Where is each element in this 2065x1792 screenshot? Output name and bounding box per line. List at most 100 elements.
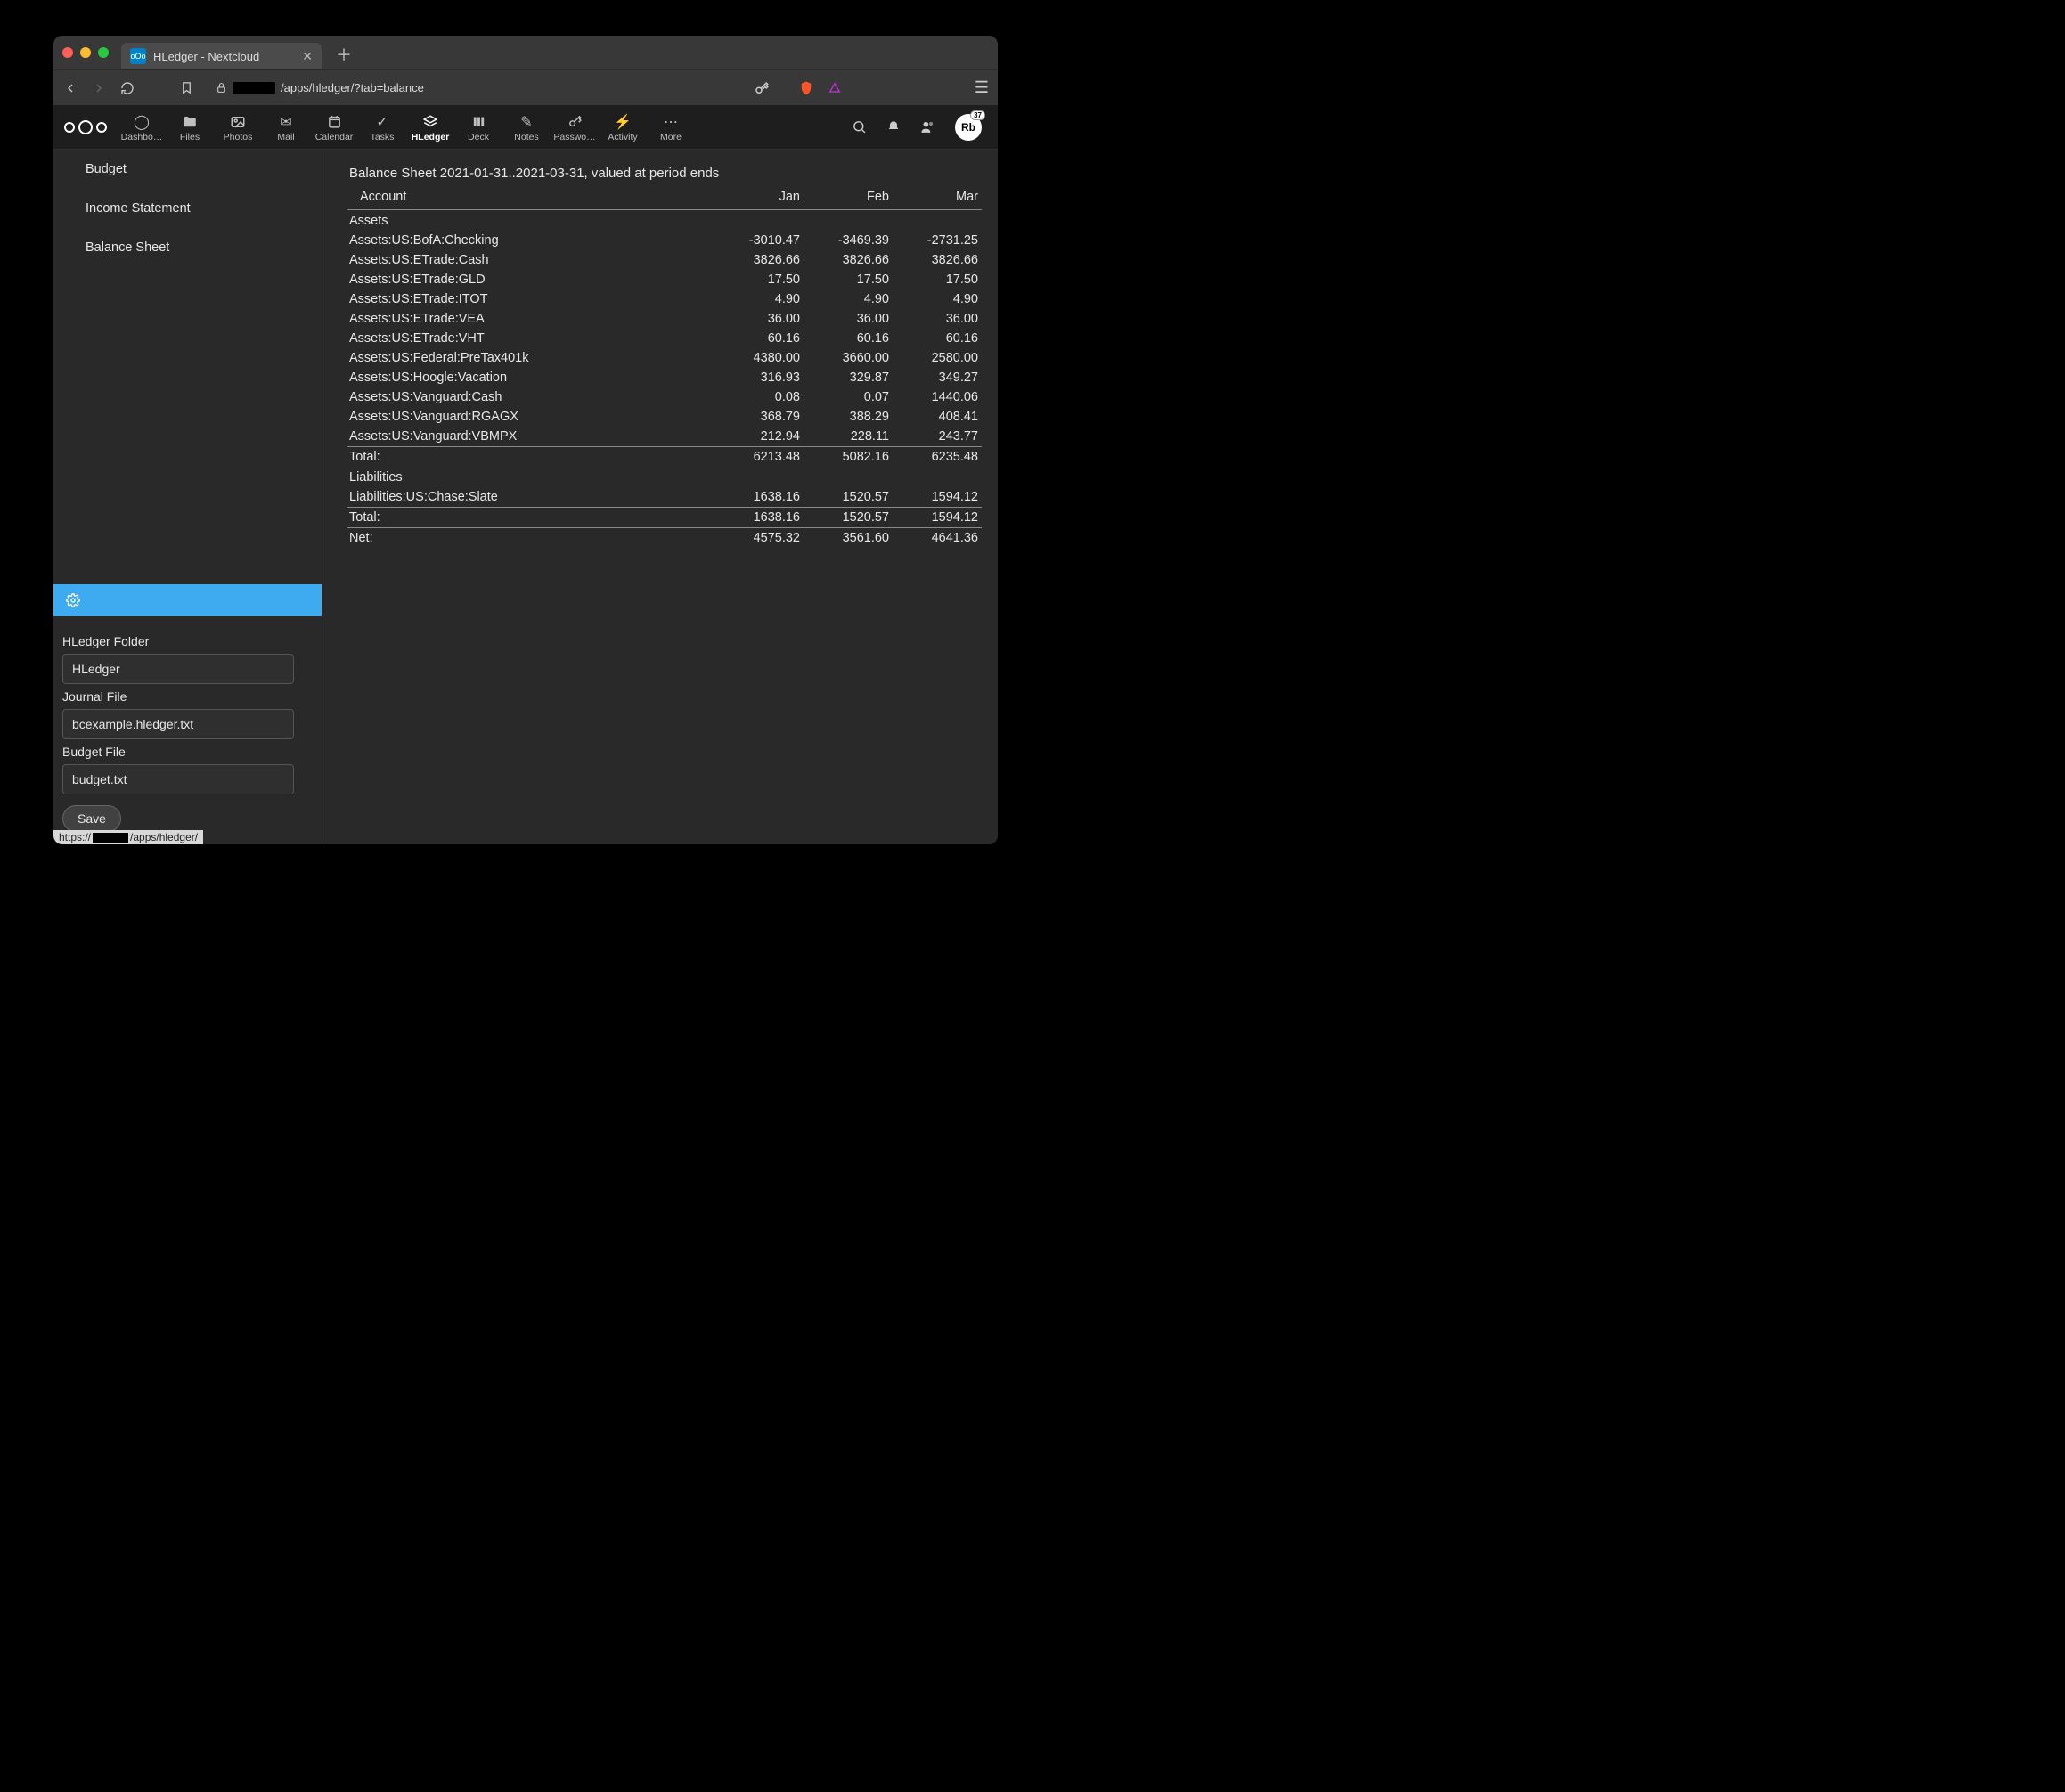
budget-input[interactable] — [62, 764, 294, 794]
close-tab-button[interactable]: ✕ — [302, 49, 313, 64]
minimize-window-button[interactable] — [80, 47, 91, 58]
url-path: /apps/hledger/?tab=balance — [281, 81, 424, 94]
nav-app-label: Notes — [514, 132, 538, 143]
main-content: Balance Sheet 2021-01-31..2021-03-31, va… — [322, 150, 998, 844]
value-cell: 4.90 — [714, 289, 804, 309]
value-cell: 3826.66 — [893, 250, 982, 270]
user-avatar[interactable]: Rb 37 — [955, 114, 982, 141]
table-row: Assets:US:Vanguard:RGAGX368.79388.29408.… — [347, 407, 982, 427]
net-val: 4641.36 — [893, 528, 982, 549]
account-cell: Assets:US:ETrade:VHT — [347, 329, 714, 348]
maximize-window-button[interactable] — [98, 47, 109, 58]
back-button[interactable] — [62, 80, 78, 96]
notifications-icon[interactable] — [886, 120, 901, 134]
total-label: Total: — [347, 508, 714, 528]
account-cell: Assets:US:Hoogle:Vacation — [347, 368, 714, 387]
nav-app-label: Deck — [468, 132, 489, 143]
table-row: Assets:US:Hoogle:Vacation316.93329.87349… — [347, 368, 982, 387]
value-cell: 243.77 — [893, 427, 982, 447]
settings-toggle[interactable] — [53, 584, 322, 616]
hledger-icon — [422, 114, 438, 130]
nav-app-more[interactable]: ⋯ More — [647, 112, 695, 143]
value-cell: 2580.00 — [893, 348, 982, 368]
table-row: Assets:US:ETrade:ITOT4.904.904.90 — [347, 289, 982, 309]
sidebar-item-budget[interactable]: Budget — [53, 150, 322, 189]
nav-app-label: Dashbo… — [121, 132, 163, 143]
folder-label: HLedger Folder — [62, 634, 313, 648]
photos-icon — [230, 114, 246, 130]
total-cell: 6213.48 — [714, 447, 804, 468]
value-cell: 329.87 — [804, 368, 893, 387]
nav-app-tasks[interactable]: ✓Tasks — [358, 112, 406, 143]
status-hover-url: https:///apps/hledger/ — [53, 830, 203, 844]
forward-button[interactable] — [91, 80, 107, 96]
journal-label: Journal File — [62, 689, 313, 704]
value-cell: 60.16 — [714, 329, 804, 348]
files-icon — [182, 114, 198, 130]
nav-app-mail[interactable]: ✉Mail — [262, 112, 310, 143]
activity-icon: ⚡ — [614, 114, 632, 130]
nextcloud-logo-icon[interactable] — [64, 120, 107, 134]
close-window-button[interactable] — [62, 47, 73, 58]
window-titlebar: oOo HLedger - Nextcloud ✕ ＋ — [53, 36, 998, 69]
value-cell: 0.08 — [714, 387, 804, 407]
nav-app-photos[interactable]: Photos — [214, 112, 262, 143]
url-bar[interactable]: /apps/hledger/?tab=balance — [216, 81, 424, 94]
col-account: Account — [347, 186, 714, 210]
value-cell: 60.16 — [804, 329, 893, 348]
more-icon: ⋯ — [664, 114, 678, 130]
contacts-icon[interactable] — [920, 119, 935, 134]
nav-app-label: More — [660, 132, 682, 143]
table-row: Assets:US:ETrade:GLD17.5017.5017.50 — [347, 270, 982, 289]
folder-input[interactable] — [62, 654, 294, 684]
account-cell: Assets:US:ETrade:Cash — [347, 250, 714, 270]
reload-button[interactable] — [119, 80, 135, 96]
value-cell: 368.79 — [714, 407, 804, 427]
sidebar-item-balance-sheet[interactable]: Balance Sheet — [53, 228, 322, 267]
account-cell: Assets:US:ETrade:ITOT — [347, 289, 714, 309]
extension-icon[interactable] — [827, 80, 843, 96]
table-row: Liabilities:US:Chase:Slate1638.161520.57… — [347, 487, 982, 508]
gear-icon — [66, 593, 80, 607]
mail-icon: ✉ — [280, 114, 291, 130]
nav-app-notes[interactable]: ✎Notes — [502, 112, 551, 143]
table-row: Assets:US:ETrade:VHT60.1660.1660.16 — [347, 329, 982, 348]
nav-app-hledger[interactable]: HLedger — [406, 112, 454, 143]
nav-app-files[interactable]: Files — [166, 112, 214, 143]
section-name: Liabilities — [347, 467, 982, 487]
section-name: Assets — [347, 210, 982, 232]
value-cell: 4380.00 — [714, 348, 804, 368]
journal-input[interactable] — [62, 709, 294, 739]
key-icon[interactable] — [754, 80, 770, 96]
account-cell: Assets:US:Federal:PreTax401k — [347, 348, 714, 368]
brave-shield-icon[interactable] — [798, 80, 814, 96]
account-cell: Assets:US:Vanguard:Cash — [347, 387, 714, 407]
col-month: Jan — [714, 186, 804, 210]
passwo-icon — [567, 114, 583, 130]
browser-tab[interactable]: oOo HLedger - Nextcloud ✕ — [121, 43, 322, 69]
nav-app-activity[interactable]: ⚡Activity — [599, 112, 647, 143]
bookmark-button[interactable] — [178, 80, 194, 96]
sidebar-item-income-statement[interactable]: Income Statement — [53, 189, 322, 228]
col-month: Mar — [893, 186, 982, 210]
tab-title: HLedger - Nextcloud — [153, 50, 259, 63]
nav-app-label: Files — [180, 132, 200, 143]
value-cell: -3469.39 — [804, 231, 893, 250]
dashbo-icon: ◯ — [134, 114, 150, 130]
search-icon[interactable] — [852, 119, 867, 134]
new-tab-button[interactable]: ＋ — [336, 43, 352, 66]
nav-app-passwo[interactable]: Passwo… — [551, 112, 599, 143]
value-cell: 36.00 — [893, 309, 982, 329]
nav-app-label: Passwo… — [553, 132, 595, 143]
nav-app-deck[interactable]: Deck — [454, 112, 502, 143]
nav-app-label: HLedger — [412, 132, 450, 143]
browser-menu-button[interactable]: ☰ — [975, 78, 989, 97]
total-cell: 6235.48 — [893, 447, 982, 468]
nav-app-dashbo[interactable]: ◯ Dashbo… — [118, 112, 166, 143]
value-cell: 60.16 — [893, 329, 982, 348]
table-row: Assets:US:ETrade:Cash3826.663826.663826.… — [347, 250, 982, 270]
nav-app-calendar[interactable]: Calendar — [310, 112, 358, 143]
sidebar: BudgetIncome StatementBalance Sheet HLed… — [53, 150, 322, 844]
table-row: Assets:US:BofA:Checking-3010.47-3469.39-… — [347, 231, 982, 250]
save-button[interactable]: Save — [62, 805, 121, 832]
